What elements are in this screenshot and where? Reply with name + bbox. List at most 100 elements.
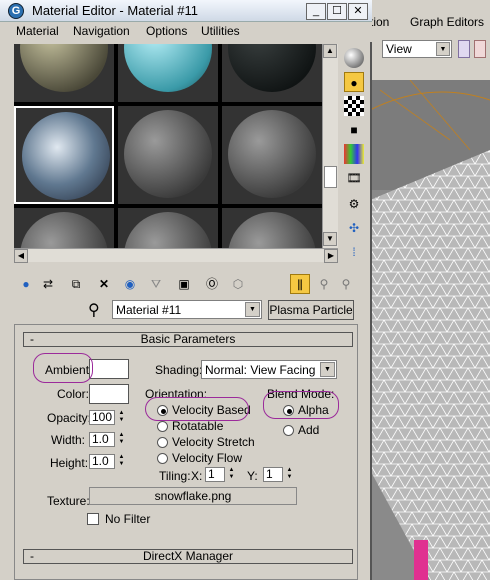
- menu-utilities[interactable]: Utilities: [201, 24, 240, 38]
- spinner-arrows-icon[interactable]: ▲ ▼: [285, 467, 294, 482]
- backlight-icon[interactable]: ●: [344, 72, 364, 92]
- background-menu-partial[interactable]: tion: [370, 15, 389, 29]
- shading-label: Shading:: [155, 363, 203, 377]
- put-to-library-icon[interactable]: ▣: [174, 274, 194, 294]
- shading-dropdown[interactable]: Normal: View Facing ▼: [201, 360, 337, 379]
- menu-options[interactable]: Options: [146, 24, 187, 38]
- height-spinner[interactable]: 1.0: [89, 454, 115, 469]
- background-pattern-icon[interactable]: [344, 96, 364, 116]
- video-color-check-icon[interactable]: [344, 144, 364, 164]
- blend-option-label: Add: [298, 423, 320, 437]
- close-button[interactable]: ✕: [348, 3, 368, 20]
- collapse-icon: -: [30, 549, 34, 563]
- menu-material[interactable]: Material: [16, 24, 59, 38]
- vertical-scrollbar[interactable]: ▲ ▼: [322, 44, 338, 248]
- width-spinner[interactable]: 1.0: [89, 432, 115, 447]
- material-editor-window: G Material Editor - Material #11 _ ☐ ✕ M…: [0, 0, 372, 580]
- eyedropper-icon[interactable]: ⚲: [88, 300, 100, 320]
- texture-map-button[interactable]: snowflake.png: [89, 487, 297, 505]
- scroll-right-icon[interactable]: ▶: [324, 249, 338, 263]
- sample-type-icon[interactable]: [344, 48, 364, 68]
- texture-label: Texture:: [47, 494, 90, 508]
- material-navigator-icon[interactable]: ⁞: [344, 242, 364, 262]
- opacity-spinner[interactable]: 100: [89, 410, 115, 425]
- make-unique-icon[interactable]: ⛛: [146, 274, 166, 294]
- annotation-circle: [263, 391, 339, 419]
- sample-slot[interactable]: [118, 44, 218, 102]
- viewport-view-label: View: [386, 42, 412, 56]
- maximize-button[interactable]: ☐: [327, 3, 347, 20]
- material-effects-channel-icon[interactable]: Ⓞ: [202, 274, 222, 294]
- title-bar[interactable]: G Material Editor - Material #11 _ ☐ ✕: [0, 0, 372, 22]
- orientation-radio-rotatable[interactable]: [157, 421, 168, 432]
- basic-parameters-rollout-header[interactable]: - Basic Parameters: [23, 332, 353, 347]
- show-end-result-icon[interactable]: ⫼: [290, 274, 310, 294]
- make-preview-icon[interactable]: 🎞: [344, 168, 364, 188]
- blend-radio-add[interactable]: [283, 425, 294, 436]
- sample-slot[interactable]: [222, 106, 322, 204]
- viewport-scene[interactable]: [370, 80, 490, 580]
- spinner-arrows-icon[interactable]: ▲ ▼: [117, 410, 126, 425]
- go-to-parent-icon[interactable]: ⚲: [314, 274, 334, 294]
- sample-slot-selected[interactable]: [14, 106, 114, 204]
- options-icon[interactable]: ⚙: [344, 194, 364, 214]
- orientation-radio-velocity-flow[interactable]: [157, 453, 168, 464]
- background-menu-graph-editors[interactable]: Graph Editors: [410, 15, 484, 29]
- reset-material-icon[interactable]: ✕: [94, 274, 114, 294]
- scene-geometry: [370, 80, 490, 580]
- put-to-scene-icon[interactable]: ⇄: [38, 274, 58, 294]
- scroll-down-icon[interactable]: ▼: [323, 232, 337, 246]
- no-filter-label: No Filter: [105, 512, 151, 526]
- orientation-radio-velocity-stretch[interactable]: [157, 437, 168, 448]
- spinner-arrows-icon[interactable]: ▲ ▼: [117, 454, 126, 469]
- horizontal-scrollbar[interactable]: ◀ ▶: [14, 248, 338, 263]
- viewport-tool-icon[interactable]: [458, 40, 470, 58]
- material-toolbar: ● ⇄ ⧉ ✕ ◉ ⛛ ▣ Ⓞ ⬡ ⫼ ⚲ ⚲: [16, 272, 356, 296]
- background-menubar: tion Graph Editors: [370, 12, 490, 34]
- orientation-option-label: Velocity Stretch: [172, 435, 255, 449]
- chevron-down-icon: ▼: [436, 42, 450, 56]
- uv-tiling-icon[interactable]: ■: [344, 120, 364, 140]
- minimize-button[interactable]: _: [306, 3, 326, 20]
- sample-slot[interactable]: [14, 208, 114, 248]
- sample-slot[interactable]: [118, 106, 218, 204]
- tiling-x-spinner[interactable]: 1: [205, 467, 225, 482]
- sample-slots-grid: [14, 44, 322, 248]
- go-forward-to-sibling-icon[interactable]: ⚲: [336, 274, 356, 294]
- parameters-panel: - Basic Parameters Ambient: Color: Opaci…: [14, 324, 358, 580]
- get-material-icon[interactable]: ●: [16, 274, 36, 294]
- no-filter-checkbox[interactable]: [87, 513, 99, 525]
- menu-navigation[interactable]: Navigation: [73, 24, 130, 38]
- collapse-icon: -: [30, 332, 34, 346]
- assign-to-selection-icon[interactable]: ⧉: [66, 274, 86, 294]
- tiling-x-label: X:: [191, 469, 203, 483]
- ambient-color-swatch[interactable]: [89, 359, 129, 379]
- spinner-arrows-icon[interactable]: ▲ ▼: [117, 432, 126, 447]
- spinner-arrows-icon[interactable]: ▲ ▼: [227, 467, 236, 482]
- sample-slot[interactable]: [222, 44, 322, 102]
- sample-slot[interactable]: [222, 208, 322, 248]
- scroll-left-icon[interactable]: ◀: [14, 249, 28, 263]
- orientation-option-label: Rotatable: [172, 419, 224, 433]
- material-name-field[interactable]: Material #11 ▼: [112, 300, 262, 319]
- show-map-in-viewport-icon[interactable]: ⬡: [228, 274, 248, 294]
- make-copy-icon[interactable]: ◉: [120, 274, 140, 294]
- chevron-down-icon: ▼: [245, 302, 260, 317]
- viewport-tool-icon[interactable]: [474, 40, 486, 58]
- window-title: Material Editor - Material #11: [32, 3, 198, 18]
- opacity-label: Opacity:: [47, 411, 92, 425]
- scroll-thumb[interactable]: [324, 166, 337, 188]
- select-by-material-icon[interactable]: ✣: [344, 218, 364, 238]
- height-label: Height:: [50, 456, 89, 470]
- color-swatch[interactable]: [89, 384, 129, 404]
- sample-slot[interactable]: [118, 208, 218, 248]
- sample-slot[interactable]: [14, 44, 114, 102]
- scroll-up-icon[interactable]: ▲: [323, 44, 337, 58]
- annotation-circle: [145, 397, 249, 421]
- chevron-down-icon: ▼: [320, 362, 335, 377]
- width-label: Width:: [51, 433, 86, 447]
- tiling-y-spinner[interactable]: 1: [263, 467, 283, 482]
- viewport-view-dropdown[interactable]: View ▼: [382, 40, 452, 58]
- material-type-button[interactable]: Plasma Particle: [268, 300, 354, 320]
- directx-manager-rollout-header[interactable]: - DirectX Manager: [23, 549, 353, 564]
